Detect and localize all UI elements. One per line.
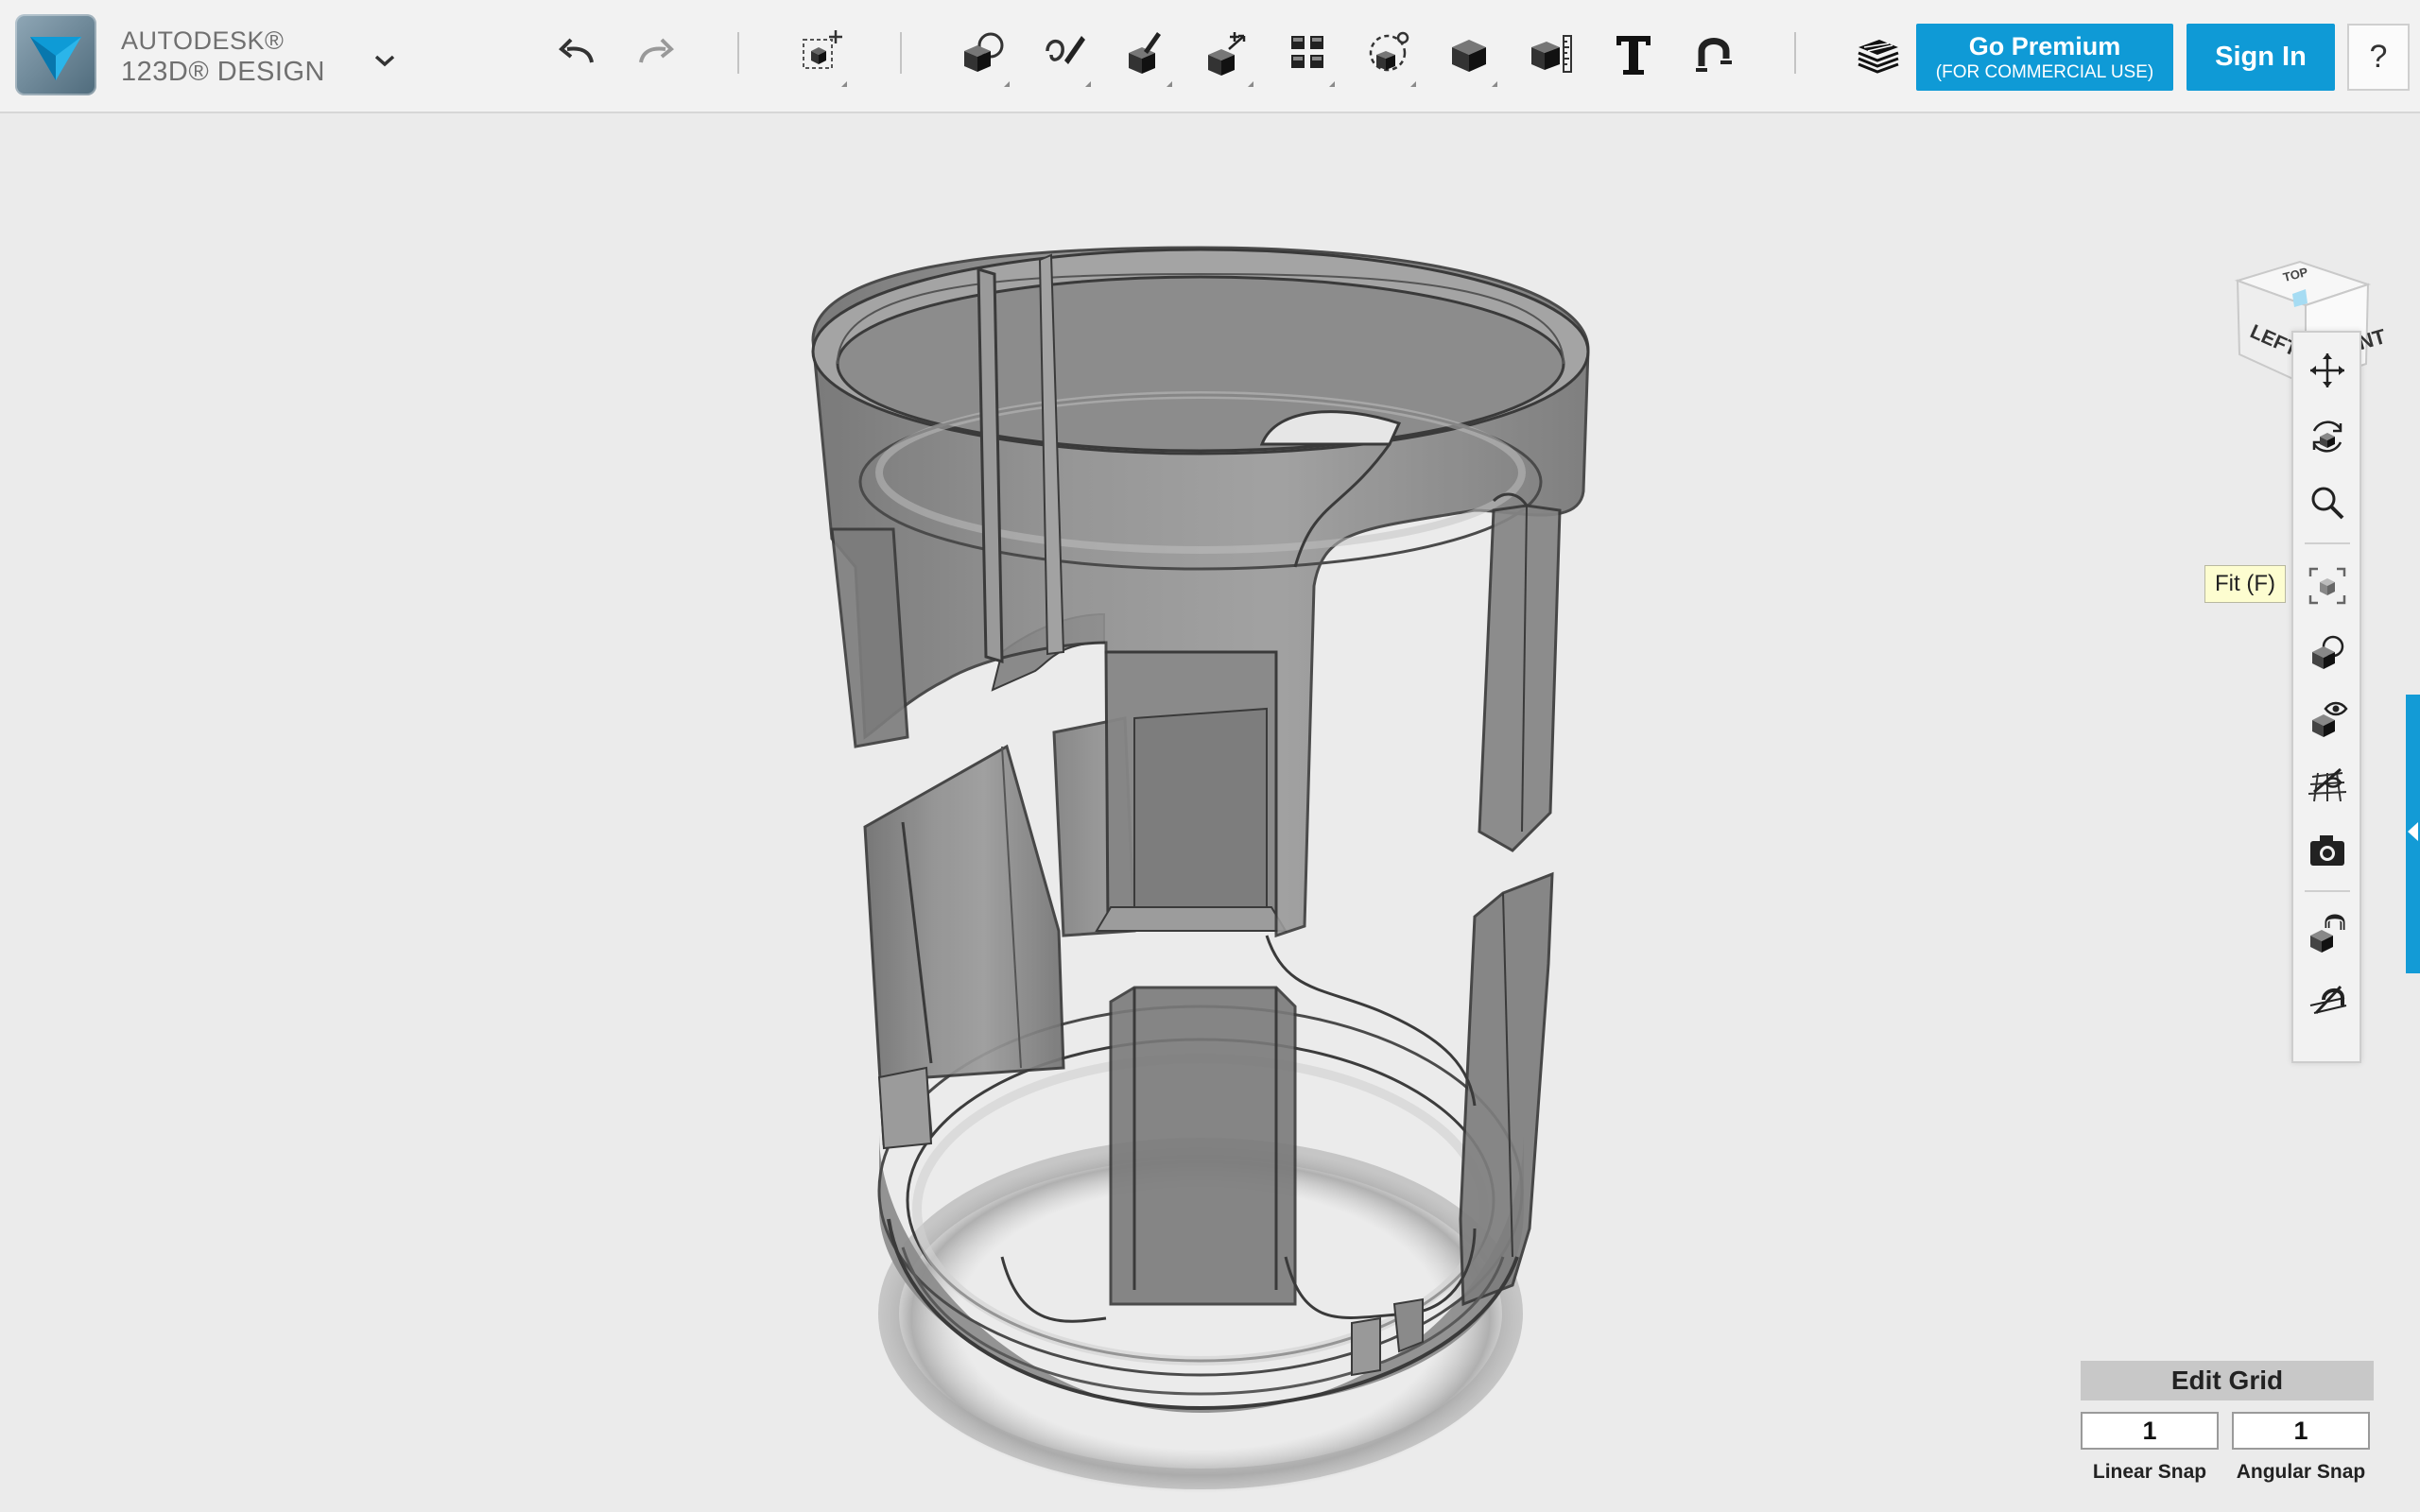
premium-label: Go Premium	[1968, 31, 2121, 60]
pattern-icon[interactable]	[1278, 23, 1339, 87]
grid-panel: Edit Grid 1 1 Linear Snap Angular Snap	[2081, 1361, 2374, 1493]
material-icon[interactable]	[2303, 975, 2352, 1024]
undo-icon[interactable]	[546, 23, 607, 83]
3d-viewport[interactable]: TOP LEFT FRONT	[0, 113, 2420, 1512]
go-premium-button[interactable]: Go Premium (FOR COMMERCIAL USE)	[1916, 24, 2173, 91]
fit-tooltip: Fit (F)	[2204, 565, 2286, 603]
sketch-icon[interactable]	[1034, 23, 1095, 87]
toolbar-separator	[1794, 32, 1796, 74]
chevron-down-icon[interactable]	[371, 47, 399, 76]
chevron-left-icon	[2408, 822, 2418, 841]
linear-snap-label: Linear Snap	[2092, 1461, 2207, 1483]
main-toolbar: AUTODESK® 123D® DESIGN Go Premium (FOR C…	[0, 0, 2420, 113]
3d-model-view[interactable]	[0, 113, 2420, 1512]
toolbar-separator	[900, 32, 902, 74]
orbit-icon[interactable]	[2303, 412, 2352, 461]
transform-icon[interactable]	[790, 23, 851, 87]
premium-sublabel: (FOR COMMERCIAL USE)	[1935, 61, 2154, 82]
brand-product-name: 123D® DESIGN	[121, 57, 325, 87]
linear-snap-input[interactable]: 1	[2081, 1412, 2219, 1450]
camera-icon[interactable]	[2303, 826, 2352, 875]
redo-icon[interactable]	[626, 23, 686, 83]
view-icon[interactable]	[2303, 627, 2352, 677]
text-icon[interactable]	[1603, 23, 1664, 83]
snap-icon[interactable]	[2303, 909, 2352, 958]
pan-icon[interactable]	[2303, 346, 2352, 395]
edit-grid-button[interactable]: Edit Grid	[2081, 1361, 2374, 1400]
app-logo-icon[interactable]	[15, 14, 96, 95]
toolbar-separator	[737, 32, 739, 74]
construct-icon[interactable]	[1115, 23, 1176, 87]
sign-in-button[interactable]: Sign In	[2187, 24, 2335, 91]
materials-icon[interactable]	[1847, 23, 1908, 83]
modify-icon[interactable]	[1197, 23, 1257, 87]
measure-icon[interactable]	[1522, 23, 1582, 83]
brand-autodesk: AUTODESK®	[121, 26, 285, 55]
navigation-bar	[2291, 331, 2361, 1063]
nav-separator	[2305, 542, 2350, 544]
help-button[interactable]: ?	[2347, 24, 2410, 91]
visibility-icon[interactable]	[2303, 694, 2352, 743]
snap-icon[interactable]	[1685, 23, 1745, 83]
nav-separator	[2305, 890, 2350, 892]
combine-icon[interactable]	[1441, 23, 1501, 87]
grouping-icon[interactable]	[1359, 23, 1420, 87]
primitives-icon[interactable]	[953, 23, 1013, 87]
angular-snap-label: Angular Snap	[2236, 1461, 2366, 1483]
fit-icon[interactable]	[2303, 561, 2352, 610]
grid-icon[interactable]	[2303, 760, 2352, 809]
zoom-icon[interactable]	[2303, 478, 2352, 527]
angular-snap-input[interactable]: 1	[2232, 1412, 2370, 1450]
